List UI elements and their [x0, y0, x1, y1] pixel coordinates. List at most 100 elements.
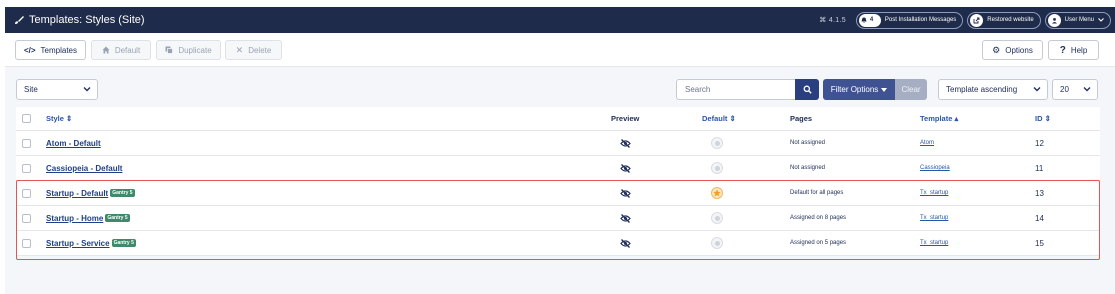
page-title: Templates: Styles (Site) — [5, 14, 145, 26]
template-link[interactable]: Tx_startup — [920, 215, 948, 221]
default-button[interactable]: Default — [91, 40, 151, 60]
search-icon — [803, 85, 812, 94]
caret-down-icon — [881, 87, 888, 92]
style-cell: Atom - Default — [46, 131, 101, 155]
gantry-badge: Gantry 5 — [105, 214, 130, 222]
help-button-label: Help — [1070, 45, 1088, 55]
gear-icon: ⚙ — [992, 44, 1001, 55]
header-pages: Pages — [790, 114, 813, 123]
header-id[interactable]: ID ⇕ — [1035, 107, 1051, 130]
template-link[interactable]: Atom — [920, 140, 934, 146]
limit-select[interactable]: 20 — [1052, 79, 1098, 100]
external-link-icon — [970, 13, 984, 27]
template-cell: Cassiopeia — [920, 156, 950, 180]
pages-cell: Assigned on 5 pages — [790, 240, 847, 246]
question-icon: ? — [1059, 44, 1066, 56]
default-button-label: Default — [114, 45, 141, 55]
default-star-icon[interactable] — [711, 181, 723, 205]
template-cell: Tx_startup — [920, 206, 948, 230]
chevron-down-icon — [1083, 87, 1091, 92]
client-select-value: Site — [24, 85, 38, 94]
style-link[interactable]: Startup - Service — [46, 239, 110, 248]
set-default-toggle[interactable] — [711, 206, 723, 230]
preview-disabled-icon — [620, 206, 631, 230]
row-checkbox[interactable] — [22, 181, 31, 205]
duplicate-button-label: Duplicate — [178, 45, 212, 55]
style-link[interactable]: Startup - Default — [46, 189, 108, 198]
table-row: Startup - Service Gantry 5 Assigned on 5 p… — [16, 231, 1100, 256]
toolbar: </> Templates Default Duplicate ✕ Delete… — [5, 33, 1115, 67]
clear-button-label: Clear — [901, 85, 921, 94]
style-link[interactable]: Atom - Default — [46, 139, 101, 148]
preview-disabled-icon — [620, 131, 631, 155]
table-row: Cassiopeia - Default Not assigned Cassiope… — [16, 156, 1100, 181]
close-icon: ✕ — [235, 44, 244, 55]
user-menu-label: User Menu — [1064, 17, 1094, 23]
style-cell: Startup - Service Gantry 5 — [46, 231, 136, 255]
chevron-down-icon — [1033, 87, 1041, 92]
delete-button-label: Delete — [248, 45, 272, 55]
preview-disabled-icon — [620, 181, 631, 205]
style-link[interactable]: Cassiopeia - Default — [46, 164, 122, 173]
duplicate-button[interactable]: Duplicate — [156, 40, 221, 60]
search-button[interactable] — [795, 79, 819, 100]
restored-website-button[interactable]: Restored website — [967, 11, 1041, 29]
template-cell: Tx_startup — [920, 181, 948, 205]
client-select[interactable]: Site — [16, 79, 98, 100]
style-link[interactable]: Startup - Home — [46, 214, 103, 223]
table-row: Atom - Default Not assigned Atom 12 — [16, 131, 1100, 156]
row-checkbox[interactable] — [22, 206, 31, 230]
gantry-badge: Gantry 5 — [111, 239, 136, 247]
styles-table: Style ⇕ Preview Default ⇕ Pages Template… — [16, 107, 1100, 256]
set-default-toggle[interactable] — [711, 231, 723, 255]
brush-icon — [15, 16, 24, 24]
post-installation-label: Post Installation Messages — [884, 17, 957, 23]
pages-cell: Assigned on 8 pages — [790, 215, 847, 221]
select-all-checkbox[interactable] — [22, 107, 31, 130]
pages-cell: Not assigned — [790, 165, 826, 171]
home-icon — [102, 46, 110, 54]
templates-button[interactable]: </> Templates — [15, 40, 86, 60]
row-checkbox[interactable] — [22, 156, 31, 180]
template-link[interactable]: Tx_startup — [920, 190, 948, 196]
templates-button-label: Templates — [40, 45, 78, 55]
bell-icon: 4 — [858, 13, 881, 27]
ordering-select-value: Template ascending — [946, 85, 1018, 94]
id-cell: 12 — [1035, 138, 1044, 148]
post-installation-messages-button[interactable]: 4 Post Installation Messages — [855, 11, 964, 29]
id-cell: 11 — [1035, 163, 1044, 173]
version-label: ⌘ 4.1.5 — [819, 17, 846, 24]
copy-icon — [165, 46, 174, 54]
template-link[interactable]: Tx_startup — [920, 240, 948, 246]
clear-button[interactable]: Clear — [895, 79, 927, 100]
ordering-select[interactable]: Template ascending — [938, 79, 1048, 100]
options-button[interactable]: ⚙ Options — [982, 40, 1043, 60]
template-cell: Tx_startup — [920, 231, 948, 255]
table-header-row: Style ⇕ Preview Default ⇕ Pages Template… — [16, 107, 1100, 131]
table-row: Startup - Home Gantry 5 Assigned on 8 page… — [16, 206, 1100, 231]
row-checkbox[interactable] — [22, 231, 31, 255]
page-title-text: Templates: Styles (Site) — [29, 14, 145, 26]
gantry-badge: Gantry 5 — [110, 189, 135, 197]
header-preview: Preview — [611, 114, 640, 123]
delete-button[interactable]: ✕ Delete — [225, 40, 282, 60]
options-button-label: Options — [1005, 45, 1033, 55]
search-input[interactable] — [676, 79, 795, 100]
user-icon — [1047, 13, 1061, 27]
user-menu-button[interactable]: User Menu — [1044, 11, 1111, 29]
table-row: Startup - Default Gantry 5 Default for all… — [16, 181, 1100, 206]
set-default-toggle[interactable] — [711, 131, 723, 155]
header-bar: Templates: Styles (Site) ⌘ 4.1.5 4 Post … — [5, 7, 1115, 33]
code-icon: </> — [23, 45, 36, 55]
template-link[interactable]: Cassiopeia — [920, 165, 950, 171]
notification-count: 4 — [869, 17, 874, 23]
header-default[interactable]: Default ⇕ — [702, 107, 736, 130]
preview-disabled-icon — [620, 156, 631, 180]
row-checkbox[interactable] — [22, 131, 31, 155]
filter-options-button[interactable]: Filter Options — [823, 79, 895, 100]
header-template[interactable]: Template ▴ — [920, 107, 958, 130]
header-style[interactable]: Style ⇕ — [46, 107, 72, 130]
set-default-toggle[interactable] — [711, 156, 723, 180]
style-cell: Cassiopeia - Default — [46, 156, 122, 180]
help-button[interactable]: ? Help — [1048, 40, 1099, 60]
